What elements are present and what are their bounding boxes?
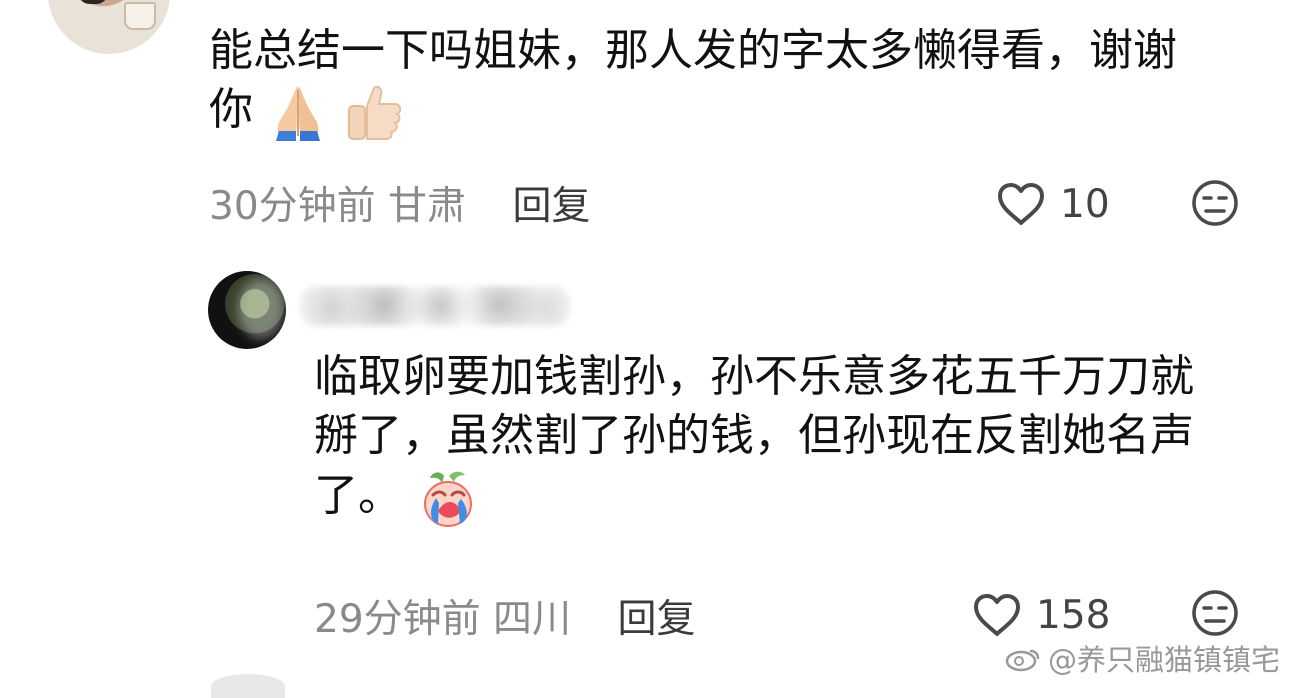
reply-comment-meta: 29分钟前 四川 回复 [314, 588, 695, 644]
heart-outline-icon[interactable] [972, 592, 1022, 638]
blurred-username [300, 286, 570, 326]
folded-hands-icon [276, 86, 320, 142]
avatar-cup-shape [124, 2, 156, 30]
reply-comment-reply-button[interactable]: 回复 [617, 597, 695, 642]
reply-button[interactable]: 回复 [512, 184, 590, 229]
like-count: 10 [1060, 181, 1110, 227]
heart-outline-icon[interactable] [996, 181, 1046, 227]
reply-like-count: 158 [1036, 592, 1111, 638]
reply-commenter-avatar[interactable] [208, 271, 286, 349]
thumbs-up-icon [348, 86, 402, 141]
comment-location: 甘肃 [388, 184, 467, 229]
comment-time: 30分钟前 [209, 184, 376, 229]
reply-comment-text: 临取卵要加钱割孙，孙不乐意多花五千万刀就掰了，虽然割了孙的钱，但孙现在反割她名声… [314, 347, 1224, 530]
crying-peach-icon [424, 471, 472, 527]
comment-meta: 30分钟前 甘肃 回复 [209, 175, 590, 231]
like-control[interactable]: 10 [996, 181, 1110, 227]
reply-comment-location: 四川 [493, 597, 572, 642]
watermark-text: @养只融猫镇镇宅 [1047, 643, 1280, 677]
next-comment-avatar[interactable] [211, 674, 285, 698]
avatar-hair-shape [76, 0, 110, 4]
reply-like-control[interactable]: 158 [972, 592, 1110, 638]
weibo-logo-icon [1005, 649, 1040, 672]
comment-text: 能总结一下吗姐妹，那人发的字太多懒得看，谢谢你 [209, 21, 1209, 143]
neutral-face-icon[interactable] [1190, 588, 1240, 638]
reply-comment-time: 29分钟前 [314, 597, 481, 642]
weibo-watermark: @养只融猫镇镇宅 [1004, 637, 1280, 679]
commenter-avatar[interactable] [48, 0, 170, 54]
neutral-face-icon[interactable] [1190, 178, 1240, 228]
